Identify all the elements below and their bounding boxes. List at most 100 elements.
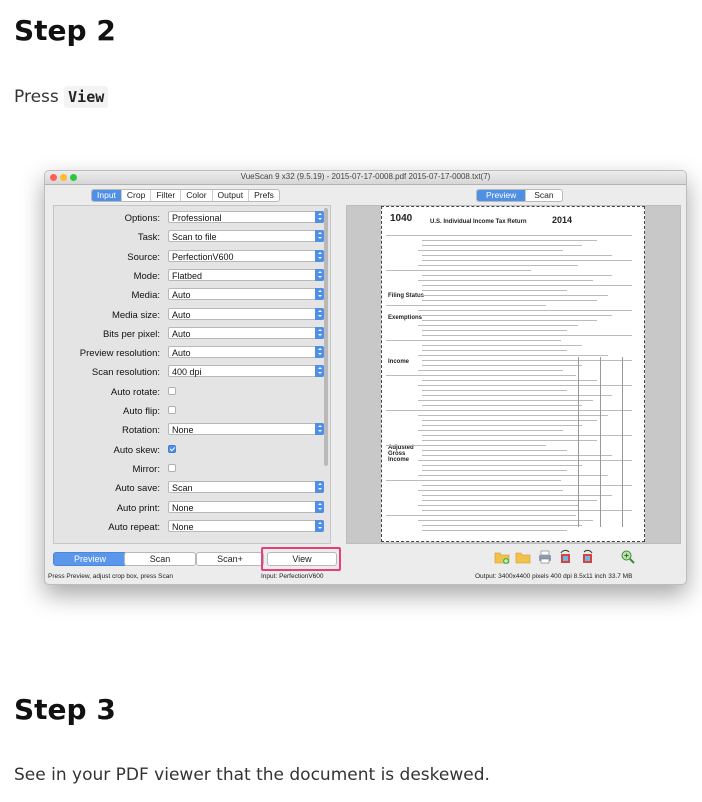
setting-label: Bits per pixel:: [102, 328, 160, 340]
form-line: [418, 370, 563, 371]
section-exemptions: Exemptions: [388, 315, 423, 321]
tab-output[interactable]: Output: [213, 190, 250, 201]
form-line: [422, 330, 567, 331]
form-line: [422, 245, 582, 246]
rotation-select[interactable]: None: [168, 423, 324, 436]
select-value: Auto: [172, 290, 191, 301]
form-line: [422, 285, 632, 286]
preview-resolution-select[interactable]: Auto: [168, 346, 324, 359]
mode-select[interactable]: Flatbed: [168, 268, 324, 281]
step-3-text: See in your PDF viewer that the document…: [14, 765, 490, 785]
form-title: U.S. Individual Income Tax Return: [430, 219, 527, 225]
setting-row-source: Source: PerfectionV600: [54, 248, 330, 267]
form-line: [386, 375, 576, 376]
left-tab-bar: Input Crop Filter Color Output Prefs: [91, 189, 280, 202]
media-size-select[interactable]: Auto: [168, 307, 324, 320]
tab-prefs[interactable]: Prefs: [249, 190, 279, 201]
form-line: [418, 325, 578, 326]
setting-row-mirror: Mirror:: [54, 460, 330, 479]
setting-row-rotation: Rotation: None: [54, 421, 330, 440]
form-line: [418, 310, 632, 311]
status-input: Input: PerfectionV600: [261, 573, 324, 580]
select-value: Scan to file: [172, 232, 217, 243]
setting-row-scan-resolution: Scan resolution: 400 dpi: [54, 363, 330, 382]
tab-filter[interactable]: Filter: [151, 190, 182, 201]
section-agi: Adjusted Gross Income: [388, 445, 414, 463]
select-value: Auto: [172, 328, 191, 339]
setting-row-bits-per-pixel: Bits per pixel: Auto: [54, 325, 330, 344]
setting-row-auto-repeat: Auto repeat: None: [54, 518, 330, 537]
select-value: Auto: [172, 348, 191, 359]
updown-arrow-icon: [315, 268, 324, 281]
form-line: [386, 445, 546, 446]
updown-arrow-icon: [315, 423, 324, 436]
printer-icon[interactable]: [537, 549, 553, 565]
source-select[interactable]: PerfectionV600: [168, 249, 324, 262]
auto-repeat-select[interactable]: None: [168, 519, 324, 532]
updown-arrow-icon: [315, 211, 324, 223]
task-select[interactable]: Scan to file: [168, 230, 324, 243]
auto-save-select[interactable]: Scan: [168, 481, 324, 494]
setting-row-auto-print: Auto print: None: [54, 499, 330, 518]
form-line: [422, 260, 632, 261]
rotate-right-icon[interactable]: [579, 549, 595, 565]
setting-label: Auto save:: [115, 483, 160, 495]
form-line: [418, 490, 563, 491]
form-column: [578, 357, 579, 527]
form-line: [418, 520, 593, 521]
form-line: [422, 455, 612, 456]
title-bar: VueScan 9 x32 (9.5.19) - 2015-07-17-0008…: [45, 171, 686, 185]
updown-arrow-icon: [315, 307, 324, 320]
scan-resolution-select[interactable]: 400 dpi: [168, 365, 324, 378]
select-value: PerfectionV600: [172, 251, 234, 262]
auto-flip-checkbox[interactable]: [168, 406, 176, 414]
setting-label: Source:: [127, 251, 160, 263]
setting-label: Task:: [137, 232, 160, 244]
tab-input[interactable]: Input: [92, 190, 122, 201]
tab-scan[interactable]: Scan: [526, 190, 561, 201]
rotate-left-icon[interactable]: [558, 549, 574, 565]
zoom-in-icon[interactable]: [620, 549, 636, 565]
options-select[interactable]: Professional: [168, 211, 324, 223]
form-line: [418, 505, 578, 506]
tab-crop[interactable]: Crop: [122, 190, 152, 201]
scan-plus-button[interactable]: Scan+: [196, 552, 264, 566]
auto-print-select[interactable]: None: [168, 500, 324, 513]
setting-label: Auto skew:: [113, 444, 160, 456]
setting-row-task: Task: Scan to file: [54, 228, 330, 247]
setting-row-auto-skew: Auto skew:: [54, 441, 330, 460]
tab-preview[interactable]: Preview: [477, 190, 527, 201]
form-line: [422, 255, 612, 256]
vuescan-window: VueScan 9 x32 (9.5.19) - 2015-07-17-0008…: [44, 170, 687, 585]
setting-row-mode: Mode: Flatbed: [54, 267, 330, 286]
form-line: [422, 420, 597, 421]
preview-button[interactable]: Preview: [53, 552, 127, 566]
folder-icon[interactable]: [515, 549, 531, 565]
form-line: [422, 320, 597, 321]
setting-label: Mode:: [133, 270, 160, 282]
tab-color[interactable]: Color: [181, 190, 213, 201]
form-line: [418, 355, 608, 356]
auto-skew-checkbox[interactable]: [168, 444, 176, 453]
media-select[interactable]: Auto: [168, 288, 324, 301]
form-line: [418, 250, 563, 251]
form-line: [422, 345, 582, 346]
bits-per-pixel-select[interactable]: Auto: [168, 326, 324, 339]
add-folder-icon[interactable]: [494, 549, 510, 565]
updown-arrow-icon: [315, 326, 324, 339]
form-line: [422, 440, 597, 441]
scan-button[interactable]: Scan: [124, 552, 196, 566]
auto-rotate-checkbox[interactable]: [168, 386, 176, 395]
setting-row-auto-save: Auto save: Scan: [54, 479, 330, 498]
setting-row-auto-rotate: Auto rotate:: [54, 383, 330, 402]
status-output: Output: 3400x4400 pixels 400 dpi 8.5x11 …: [475, 573, 633, 580]
mirror-checkbox[interactable]: [168, 463, 176, 472]
select-value: Scan: [172, 483, 193, 494]
form-line: [422, 500, 597, 501]
updown-arrow-icon: [315, 365, 324, 378]
step-2-instruction: Press View: [14, 86, 109, 108]
setting-row-preview-resolution: Preview resolution: Auto: [54, 344, 330, 363]
form-line: [422, 495, 612, 496]
form-line: [422, 450, 567, 451]
form-line: [418, 475, 608, 476]
